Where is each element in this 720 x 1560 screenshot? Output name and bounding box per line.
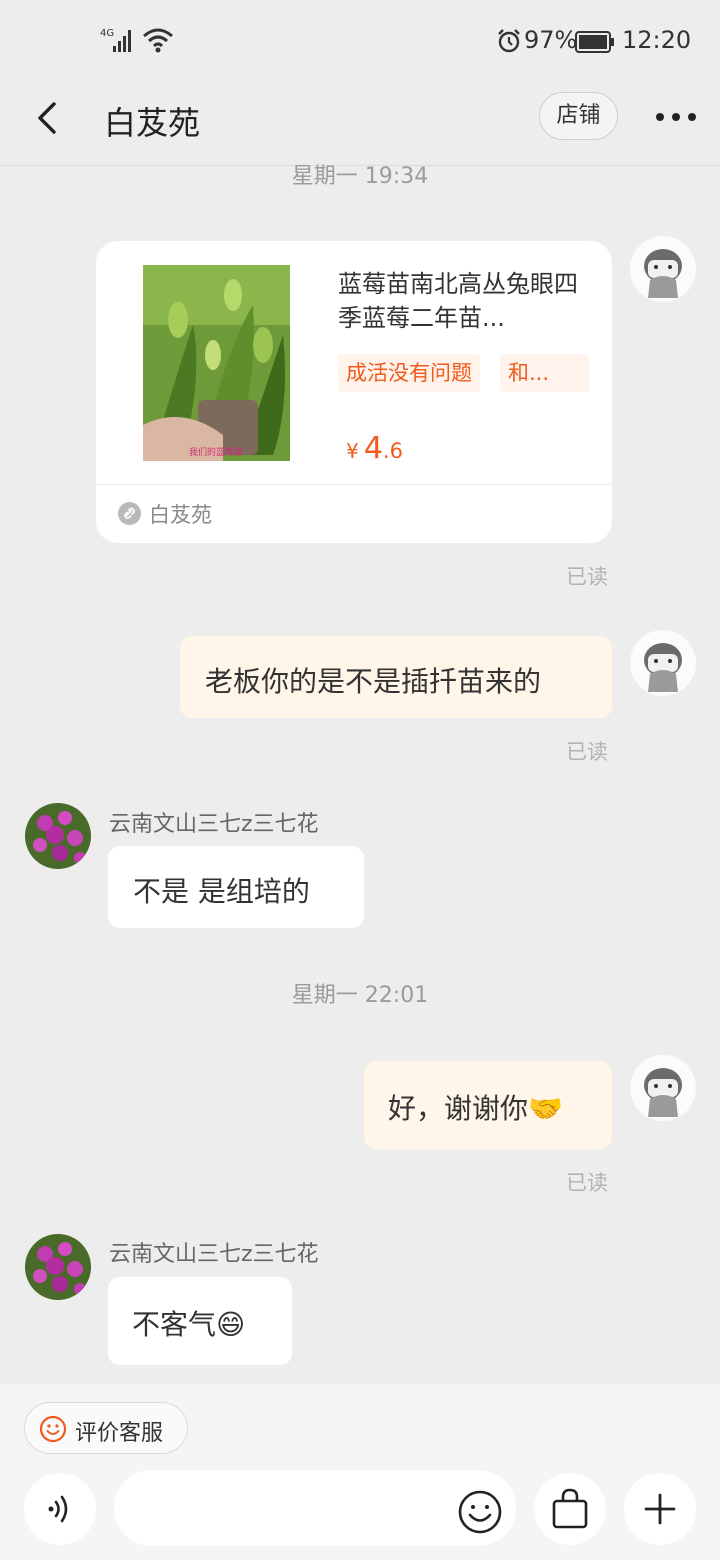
user-avatar-icon: [644, 249, 682, 298]
input-bar: 评价客服: [0, 1384, 720, 1560]
product-image[interactable]: 我们的蓝莓苗: [143, 265, 290, 461]
price-decimal: .6: [382, 439, 403, 463]
more-icon[interactable]: [654, 106, 698, 128]
shopping-bag-icon: [552, 1488, 588, 1529]
user-avatar-icon: [644, 1068, 682, 1117]
product-card[interactable]: 我们的蓝莓苗 蓝莓苗南北高丛兔眼四季蓝莓二年苗... 成活没有问题 和... ¥…: [96, 241, 612, 543]
product-image-caption: 我们的蓝莓苗: [189, 446, 243, 458]
avatar[interactable]: [630, 630, 696, 696]
signal-icon: 4G: [100, 28, 131, 52]
voice-button[interactable]: [24, 1473, 96, 1545]
shop-avatar-icon: [25, 803, 91, 869]
back-icon[interactable]: [30, 98, 66, 138]
battery-icon: [575, 31, 614, 53]
read-status: 已读: [566, 1171, 608, 1195]
emoji-icon[interactable]: [456, 1488, 504, 1536]
shopping-bag-button[interactable]: [534, 1473, 606, 1545]
card-shop-name[interactable]: 白芨苑: [149, 499, 212, 529]
plus-icon: [644, 1493, 676, 1525]
voice-icon: [48, 1495, 68, 1523]
wifi-icon: [143, 28, 173, 53]
message-bubble-outgoing[interactable]: 好，谢谢你🤝: [364, 1061, 612, 1149]
plus-button[interactable]: [624, 1473, 696, 1545]
sender-name: 云南文山三七z三七花: [109, 1242, 319, 1267]
rate-service-button[interactable]: 评价客服: [24, 1402, 188, 1454]
shop-button[interactable]: 店铺: [539, 92, 618, 140]
rate-service-label: 评价客服: [75, 1421, 164, 1446]
timestamp: 星期一 22:01: [291, 983, 429, 1008]
product-title: 蓝莓苗南北高丛兔眼四季蓝莓二年苗...: [338, 270, 578, 332]
product-price: ¥ 4.6: [346, 431, 403, 466]
smile-icon: [39, 1415, 67, 1443]
product-tag: 和...: [500, 354, 589, 392]
chat-title: 白芨苑: [104, 104, 201, 142]
network-label: 4G: [100, 28, 114, 39]
price-symbol: ¥: [346, 439, 359, 463]
avatar[interactable]: [25, 1234, 91, 1300]
price-integer: 4: [363, 431, 383, 466]
avatar[interactable]: [630, 1055, 696, 1121]
chat-header: 白芨苑 店铺: [0, 84, 720, 166]
shop-avatar-icon: [25, 1234, 91, 1300]
read-status: 已读: [566, 565, 608, 589]
status-bar: 4G 97% 12:20: [0, 0, 720, 84]
shop-link-icon: [118, 502, 141, 525]
divider: [96, 484, 612, 485]
message-bubble-incoming[interactable]: 不客气😄: [108, 1277, 292, 1365]
product-tag: 成活没有问题: [338, 354, 480, 392]
alarm-icon: [498, 29, 520, 53]
sender-name: 云南文山三七z三七花: [109, 812, 319, 837]
read-status: 已读: [566, 740, 608, 764]
user-avatar-icon: [644, 643, 682, 692]
avatar[interactable]: [630, 236, 696, 302]
message-bubble-incoming[interactable]: 不是 是组培的: [108, 846, 364, 928]
clock-time: 12:20: [622, 26, 692, 54]
avatar[interactable]: [25, 803, 91, 869]
message-bubble-outgoing[interactable]: 老板你的是不是插扦苗来的: [180, 636, 612, 718]
battery-percent: 97%: [524, 26, 578, 54]
timestamp: 星期一 19:34: [291, 164, 429, 189]
